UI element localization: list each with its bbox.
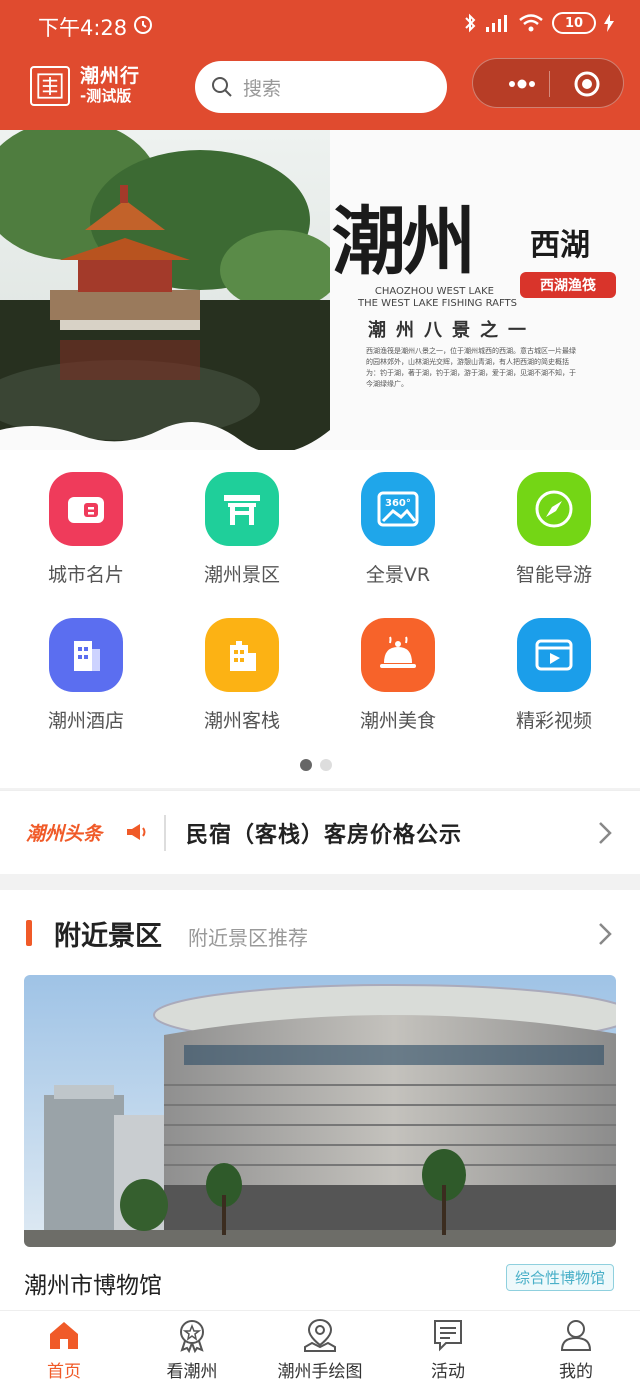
section-subtitle: 附近景区推荐 xyxy=(188,926,308,950)
search-icon xyxy=(212,77,232,97)
charging-icon xyxy=(604,14,614,32)
home-icon xyxy=(50,1322,78,1349)
svg-text:360°: 360° xyxy=(385,498,411,509)
grid-item-label: 智能导游 xyxy=(515,564,592,586)
section-marker xyxy=(26,920,32,946)
nearby-section: 附近景区 附近景区推荐 潮州市博物馆 综合性博物馆 xyxy=(0,890,640,1310)
museum-photo[interactable] xyxy=(24,975,616,1247)
banner-carousel[interactable]: 潮州 西湖 西湖渔筏 CHAOZHOU WEST LAKE THE WEST L… xyxy=(0,130,640,450)
megaphone-icon xyxy=(127,824,146,840)
grid-item-label: 精彩视频 xyxy=(515,710,592,732)
tab-label: 活动 xyxy=(431,1362,465,1382)
panorama-360-icon: 360° xyxy=(361,472,435,546)
banner-en-line1: CHAOZHOU WEST LAKE xyxy=(374,286,494,297)
tab-label: 看潮州 xyxy=(166,1362,218,1382)
app-logo-icon xyxy=(30,66,70,106)
tab-label: 首页 xyxy=(47,1362,81,1382)
grid-item-label: 潮州酒店 xyxy=(47,710,124,732)
tab-activity[interactable]: 活动 xyxy=(384,1311,512,1387)
banner-seal: 西湖渔筏 xyxy=(520,272,616,298)
search-bar[interactable]: 搜索 xyxy=(195,61,447,113)
user-icon xyxy=(560,1320,592,1351)
list-icon xyxy=(434,1320,462,1352)
status-right: 10 xyxy=(464,12,614,34)
grid-item-city-card[interactable]: 城市名片 xyxy=(16,472,156,592)
app-header: 下午4:28 10 潮州行 -测试版 搜索 xyxy=(0,0,640,130)
video-icon xyxy=(517,618,591,692)
tab-profile[interactable]: 我的 xyxy=(512,1311,640,1387)
status-bar: 下午4:28 10 xyxy=(0,0,640,52)
tab-hand-drawn-map[interactable]: 潮州手绘图 xyxy=(256,1311,384,1387)
spot-name[interactable]: 潮州市博物馆 xyxy=(24,1266,162,1300)
app-name-line1: 潮州行 xyxy=(80,65,141,87)
mini-program-capsule xyxy=(472,58,624,108)
grid-item-label: 全景VR xyxy=(365,564,431,586)
bluetooth-icon xyxy=(465,13,476,33)
pager-dot-active[interactable] xyxy=(300,759,312,771)
badge-icon xyxy=(180,1320,204,1354)
battery-indicator: 10 xyxy=(552,12,596,34)
tab-label: 潮州手绘图 xyxy=(277,1362,363,1382)
grid-item-label: 潮州美食 xyxy=(359,710,436,732)
grid-item-label: 潮州景区 xyxy=(203,564,280,586)
chevron-right-icon xyxy=(599,822,612,844)
tab-label: 我的 xyxy=(559,1362,593,1382)
app-name: 潮州行 -测试版 xyxy=(80,66,140,106)
banner-pavilion-image xyxy=(0,130,330,450)
hotel-icon xyxy=(49,618,123,692)
grid-item-vr[interactable]: 360° 全景VR xyxy=(328,472,468,592)
grid-item-smart-guide[interactable]: 智能导游 xyxy=(484,472,624,592)
pager-dot[interactable] xyxy=(320,759,332,771)
grid-item-hotel[interactable]: 潮州酒店 xyxy=(16,618,156,738)
tab-explore[interactable]: 看潮州 xyxy=(128,1311,256,1387)
banner-title: 潮州 xyxy=(332,199,476,285)
map-pin-icon xyxy=(304,1318,336,1352)
alarm-icon xyxy=(134,16,152,34)
banner-en-line2: THE WEST LAKE FISHING RAFTS xyxy=(358,298,518,309)
feature-grid: 城市名片 潮州景区 360° 全景VR 智能导游 潮州酒店 潮州客栈 潮州美食 … xyxy=(0,450,640,788)
headline-divider xyxy=(164,815,166,851)
headline-bar[interactable]: 潮州头条 民宿（客栈）客房价格公示 xyxy=(0,790,640,874)
grid-item-video[interactable]: 精彩视频 xyxy=(484,618,624,738)
grid-item-food[interactable]: 潮州美食 xyxy=(328,618,468,738)
grid-item-scenic-area[interactable]: 潮州景区 xyxy=(172,472,312,592)
status-time: 下午4:28 xyxy=(38,16,128,40)
close-mini-program-icon[interactable] xyxy=(573,70,601,98)
bottom-tab-bar: 首页 看潮州 潮州手绘图 活动 我的 xyxy=(0,1310,640,1387)
banner-tagline: 潮州八景之一 xyxy=(368,320,536,341)
capsule-divider xyxy=(549,71,550,97)
spot-category-tag: 综合性博物馆 xyxy=(505,1264,614,1291)
signal-icon xyxy=(486,15,507,32)
headline-text: 民宿（客栈）客房价格公示 xyxy=(186,823,463,848)
section-title: 附近景区 xyxy=(54,921,162,952)
app-name-line2: -测试版 xyxy=(80,87,132,105)
banner-description: 西湖渔筏是潮州八景之一，位于潮州城西的西湖。意古城区一片最绿的园林郊外，山林湖光… xyxy=(366,347,576,388)
grid-pager[interactable] xyxy=(300,759,332,771)
grid-item-inn[interactable]: 潮州客栈 xyxy=(172,618,312,738)
wifi-icon xyxy=(519,14,543,32)
tab-home[interactable]: 首页 xyxy=(0,1311,128,1387)
inn-icon xyxy=(205,618,279,692)
chevron-right-icon[interactable] xyxy=(598,922,612,946)
card-icon xyxy=(49,472,123,546)
search-placeholder: 搜索 xyxy=(243,77,282,100)
grid-item-label: 城市名片 xyxy=(47,564,124,586)
grid-item-label: 潮州客栈 xyxy=(203,710,280,732)
headline-brand: 潮州头条 xyxy=(26,823,103,845)
banner-subtitle: 西湖 xyxy=(530,228,590,263)
compass-icon xyxy=(517,472,591,546)
food-cloche-icon xyxy=(361,618,435,692)
pavilion-icon xyxy=(205,472,279,546)
more-menu-icon[interactable] xyxy=(495,69,549,99)
